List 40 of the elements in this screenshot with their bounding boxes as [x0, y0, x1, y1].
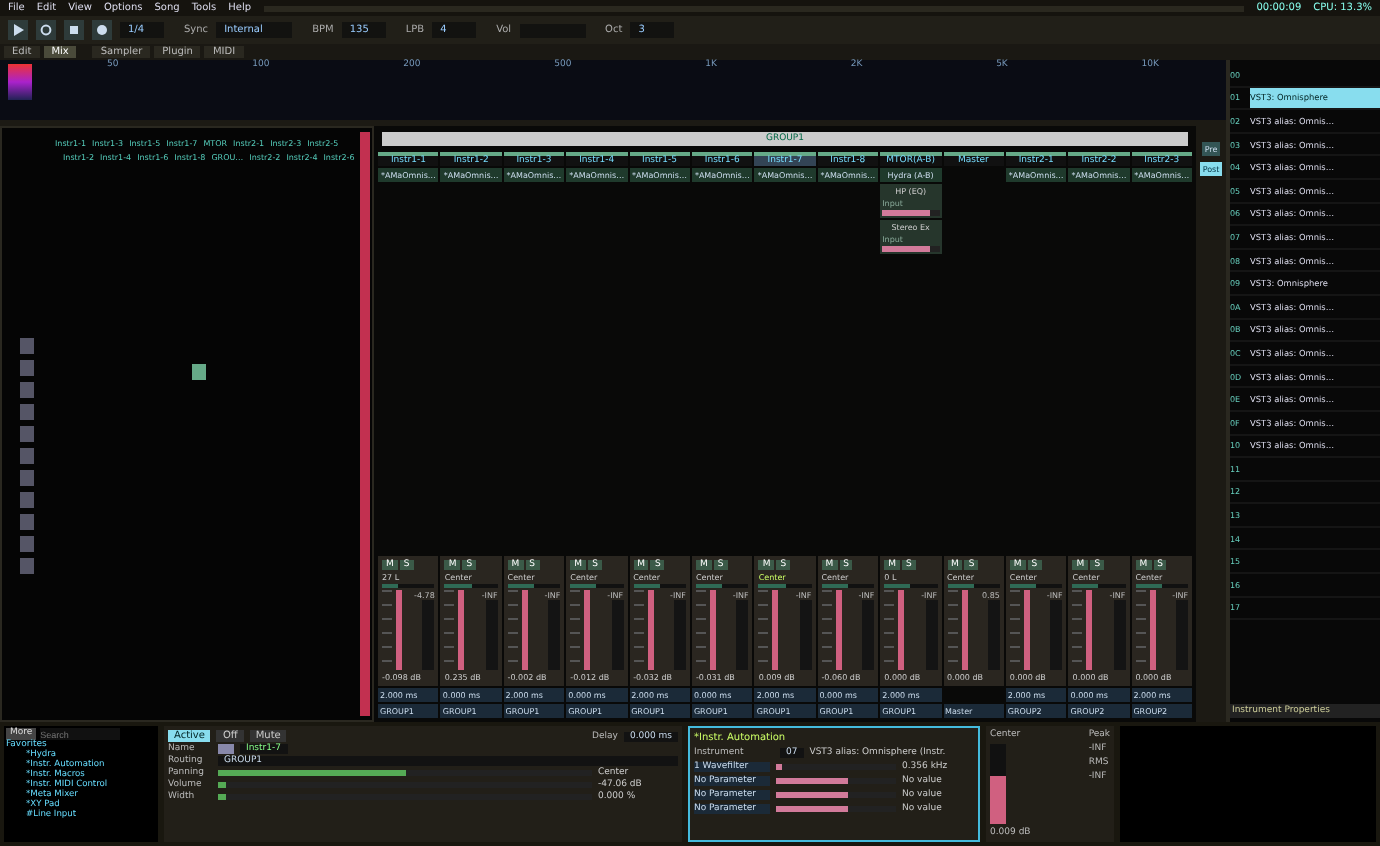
- volume-meter: [990, 744, 1006, 824]
- note-block: [191, 364, 205, 380]
- param-slider[interactable]: [882, 210, 931, 216]
- volume-fader[interactable]: [709, 590, 716, 670]
- param-slider[interactable]: [218, 770, 405, 776]
- volume-fader[interactable]: [835, 590, 842, 670]
- track-color-swatch[interactable]: [218, 744, 234, 754]
- loop-button[interactable]: [36, 20, 56, 40]
- play-button[interactable]: [8, 20, 28, 40]
- level-meter: [1050, 600, 1063, 670]
- volume-fader[interactable]: [1086, 590, 1093, 670]
- param-slider[interactable]: [776, 778, 848, 784]
- record-icon: [96, 24, 108, 36]
- volume-fader[interactable]: [647, 590, 654, 670]
- stop-icon: [68, 24, 80, 36]
- scrollbar[interactable]: [360, 132, 370, 716]
- spectrum-level-bar: [8, 64, 32, 100]
- play-icon: [12, 24, 24, 36]
- volume-fader[interactable]: [1149, 590, 1156, 670]
- level-meter: [548, 600, 561, 670]
- volume-fader[interactable]: [521, 590, 528, 670]
- volume-fader[interactable]: [1023, 590, 1030, 670]
- level-meter: [1176, 600, 1189, 670]
- volume-fader[interactable]: [458, 590, 465, 670]
- param-slider[interactable]: [218, 782, 226, 788]
- level-meter: [736, 600, 749, 670]
- param-slider[interactable]: [776, 764, 782, 770]
- volume-fader[interactable]: [584, 590, 591, 670]
- volume-fader[interactable]: [961, 590, 968, 670]
- level-meter: [862, 600, 875, 670]
- param-slider[interactable]: [882, 246, 931, 252]
- level-meter: [422, 600, 435, 670]
- param-slider[interactable]: [776, 806, 848, 812]
- record-button[interactable]: [92, 20, 112, 40]
- volume-fader[interactable]: [772, 590, 779, 670]
- volume-fader[interactable]: [898, 590, 905, 670]
- loop-icon: [40, 24, 52, 36]
- stop-button[interactable]: [64, 20, 84, 40]
- param-slider[interactable]: [776, 792, 848, 798]
- param-slider[interactable]: [218, 794, 226, 800]
